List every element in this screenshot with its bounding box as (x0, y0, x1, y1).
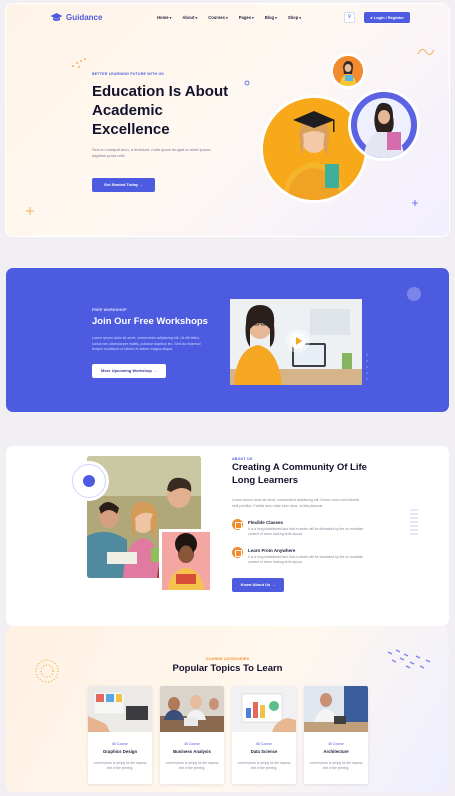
play-icon[interactable] (290, 333, 306, 349)
workshop-eyebrow: FREE WORKSHOP (92, 308, 127, 312)
course-name[interactable]: Graphics Design (88, 749, 152, 754)
menu-item-pages[interactable]: Pages (239, 15, 254, 20)
sparkle-decoration (26, 207, 34, 215)
star-decoration (412, 200, 418, 206)
hero-student-right-image (348, 89, 420, 161)
student-portrait-image (159, 529, 213, 593)
site-logo-text: Guidance (66, 12, 103, 22)
workshop-title: Join Our Free Workshops (92, 316, 208, 327)
menu-item-courses[interactable]: Courses (208, 15, 228, 20)
ring-decoration (244, 80, 250, 86)
rotating-badge-icon (72, 464, 106, 498)
about-title: Creating A Community Of Life Long Learne… (232, 462, 367, 486)
hero-title: Education Is About Academic Excellence (92, 83, 229, 138)
course-image (160, 686, 224, 732)
course-description: Lorem ipsum is simply for the dummy text… (309, 761, 363, 770)
about-section: ABOUT US Creating A Community Of Life Lo… (6, 446, 449, 626)
main-menu: Home About Courses Pages Blog Shop (157, 15, 301, 20)
course-description: Lorem ipsum is simply for the dummy text… (237, 761, 291, 770)
feature-text: It is a long established fact that a rea… (248, 555, 364, 564)
course-name[interactable]: Architecture (304, 749, 368, 754)
course-image (232, 686, 296, 732)
graduation-cap-icon (50, 13, 63, 21)
workshop-video-thumbnail[interactable] (230, 299, 362, 385)
login-register-button[interactable]: ● Login / Register (364, 12, 410, 23)
about-description: Lorem ipsum dolor sit amet, consectetur … (232, 498, 360, 508)
course-count: 45 Course (328, 742, 344, 746)
workshop-description: Lorem ipsum dolor sit amet, consectetur … (92, 336, 201, 352)
get-started-button[interactable]: Get Started Today → (92, 178, 155, 192)
stripes-decoration (410, 509, 418, 535)
course-name[interactable]: Business Analysis (160, 749, 224, 754)
dots-decoration (72, 58, 86, 68)
menu-item-shop[interactable]: Shop (288, 15, 301, 20)
know-about-us-button[interactable]: Know About Us → (232, 578, 284, 592)
topics-title: Popular Topics To Learn (172, 663, 283, 674)
menu-item-home[interactable]: Home (157, 15, 171, 20)
feature-title: Learn From Anywhere (248, 548, 296, 553)
course-card-graphics-design[interactable]: 68 Course Graphics Design Lorem ipsum is… (88, 686, 152, 784)
course-image (88, 686, 152, 732)
hero-section: Guidance Home About Courses Pages Blog S… (6, 4, 449, 236)
course-card-data-science[interactable]: 68 Course Data Science Lorem ipsum is si… (232, 686, 296, 784)
course-description: Lorem ipsum is simply for the dummy text… (165, 761, 219, 770)
menu-item-blog[interactable]: Blog (265, 15, 277, 20)
hero-student-small-image (330, 53, 366, 89)
course-image (304, 686, 368, 732)
location-icon (232, 547, 243, 558)
more-workshop-button[interactable]: More Upcoming Workshop → (92, 364, 166, 378)
site-logo[interactable]: Guidance (50, 12, 102, 22)
course-name[interactable]: Data Science (232, 749, 296, 754)
course-count: 45 Course (184, 742, 200, 746)
about-eyebrow: ABOUT US (232, 457, 253, 461)
search-button[interactable]: ⚲ (344, 12, 355, 23)
course-description: Lorem ipsum is simply for the dummy text… (93, 761, 147, 770)
course-count: 68 Course (256, 742, 272, 746)
course-card-architecture[interactable]: 45 Course Architecture Lorem ipsum is si… (304, 686, 368, 784)
hero-description: Sed eu volutpat arcu, a tincidunt. nulla… (92, 147, 212, 158)
topics-section: COURSE CATEGORIES Popular Topics To Lear… (6, 626, 449, 792)
globe-icon (407, 287, 421, 301)
course-card-business-analysis[interactable]: 45 Course Business Analysis Lorem ipsum … (160, 686, 224, 784)
menu-item-about[interactable]: About (182, 15, 197, 20)
feature-text: It is a long established fact that a rea… (248, 527, 364, 536)
search-icon: ⚲ (347, 14, 352, 20)
feature-title: Flexible Classes (248, 520, 284, 525)
user-icon: ● (370, 15, 373, 20)
workshop-section: FREE WORKSHOP Join Our Free Workshops Lo… (6, 268, 449, 412)
hero-eyebrow: BETTER LEARNING FUTURE WITH US (92, 72, 164, 76)
login-label: Login / Register (373, 15, 404, 20)
topics-eyebrow: COURSE CATEGORIES (205, 657, 250, 661)
course-count: 68 Course (112, 742, 128, 746)
top-navbar: Guidance Home About Courses Pages Blog S… (6, 12, 449, 26)
swirl-decoration (417, 48, 435, 56)
calendar-icon (232, 519, 243, 530)
